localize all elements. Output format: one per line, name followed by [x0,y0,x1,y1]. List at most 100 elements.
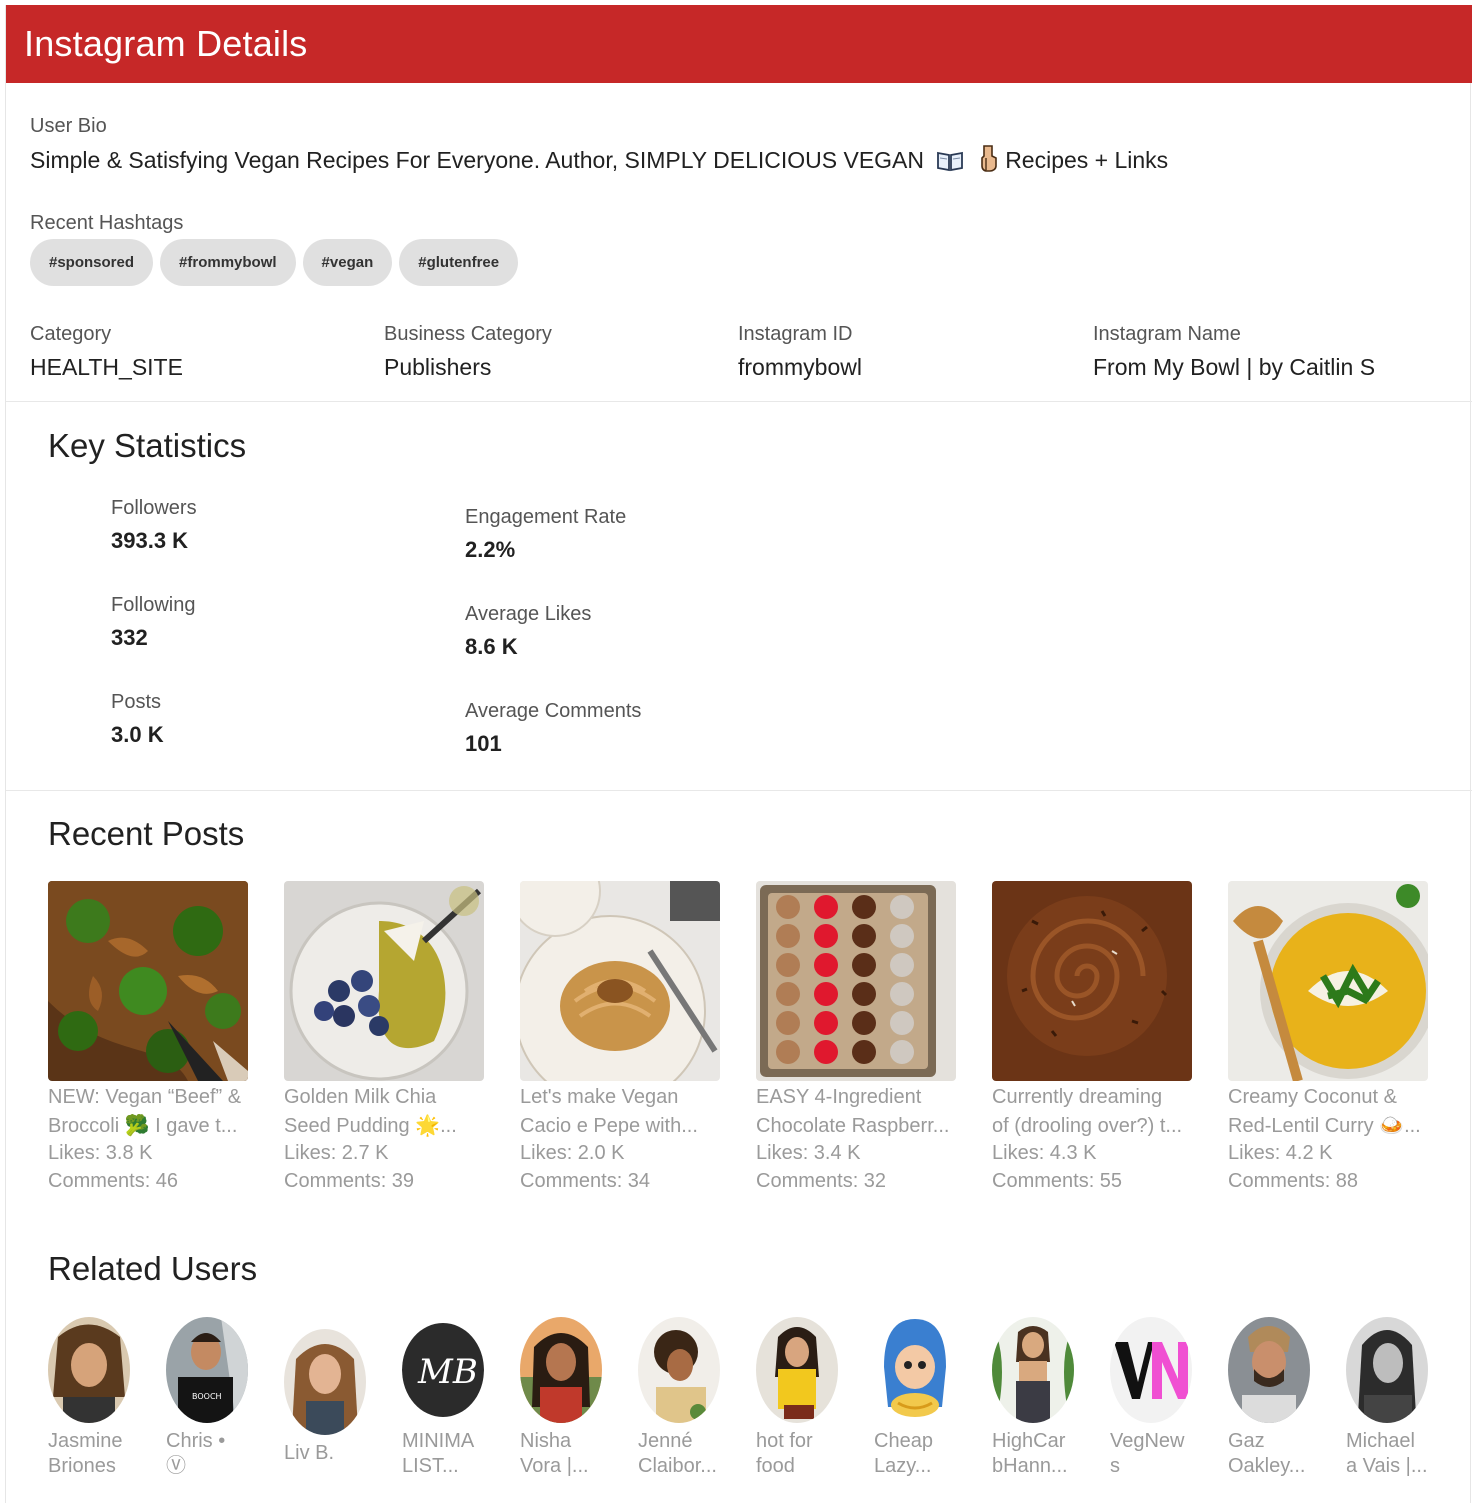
stat-followers: Followers 393.3 K [111,497,431,554]
post-card[interactable]: Creamy Coconut & Red-Lentil Curry 🍛... L… [1228,881,1428,1195]
post-caption-line: NEW: Vegan “Beef” & [48,1086,242,1108]
user-name: Jasmine Briones [48,1430,123,1477]
recent-posts-title: Recent Posts [48,815,245,852]
post-caption-line: Red-Lentil Curry 🍛... [1228,1115,1421,1137]
related-user[interactable]: Michael a Vais |... [1346,1317,1456,1479]
post-caption-line: Let's make Vegan [520,1086,679,1108]
avatar[interactable] [756,1317,838,1423]
user-name: HighCar bHann... [992,1430,1068,1477]
avatar[interactable] [992,1317,1074,1423]
bio-text-main: Simple & Satisfying Vegan Recipes For Ev… [30,147,925,173]
post-card[interactable]: NEW: Vegan “Beef” & Broccoli 🥦 I gave t.… [48,881,248,1195]
avatar[interactable] [1346,1317,1428,1423]
post-caption-line: Creamy Coconut & [1228,1086,1397,1108]
hashtag-chip[interactable]: #sponsored [30,239,154,286]
detail-label: Instagram ID [738,323,853,345]
post-card[interactable]: Golden Milk Chia Seed Pudding 🌟... Likes… [284,881,484,1195]
detail-value: Publishers [384,354,492,380]
post-likes: Likes: 4.3 K [992,1142,1097,1164]
divider [6,790,1472,791]
post-caption-line: Chocolate Raspberr... [756,1115,950,1137]
post-card[interactable]: Currently dreaming of (drooling over?) t… [992,881,1192,1195]
post-likes: Likes: 3.4 K [756,1142,861,1164]
stat-label: Following [111,594,196,616]
open-book-icon [936,150,964,178]
detail-label: Category [30,323,112,345]
detail-label: Instagram Name [1093,323,1241,345]
post-likes: Likes: 3.8 K [48,1142,153,1164]
post-thumbnail[interactable] [1228,881,1428,1081]
avatar[interactable] [520,1317,602,1423]
post-caption-line: Golden Milk Chia [284,1086,437,1108]
hashtag-chips: #sponsored #frommybowl #vegan #glutenfre… [30,239,519,286]
avatar[interactable]: MB [402,1317,484,1423]
stat-label: Engagement Rate [465,506,627,528]
post-comments: Comments: 32 [756,1170,887,1192]
avatar[interactable]: BOOCH [166,1317,248,1423]
avatar[interactable] [1110,1317,1192,1423]
post-card[interactable]: Let's make Vegan Cacio e Pepe with... Li… [520,881,720,1195]
post-caption-line: Seed Pudding 🌟... [284,1115,457,1137]
divider [6,401,1472,402]
related-user[interactable]: MB MINIMA LIST... [402,1317,512,1479]
post-thumbnail[interactable] [48,881,248,1081]
related-user[interactable]: Jasmine Briones [48,1317,158,1479]
user-name: VegNew s [1110,1430,1185,1477]
bio-label: User Bio [30,115,107,137]
user-name: Nisha Vora |... [520,1430,589,1477]
stat-engagement-rate: Engagement Rate 2.2% [465,506,785,563]
related-user[interactable]: VegNew s [1110,1317,1220,1479]
stat-value: 3.0 K [111,722,164,747]
related-user[interactable]: Gaz Oakley... [1228,1317,1338,1479]
post-card[interactable]: EASY 4-Ingredient Chocolate Raspberr... … [756,881,956,1195]
key-statistics-title: Key Statistics [48,427,247,464]
post-thumbnail[interactable] [284,881,484,1081]
hashtag-chip[interactable]: #vegan [302,239,393,286]
related-user[interactable]: Jenné Claibor... [638,1317,748,1479]
avatar[interactable] [48,1317,130,1423]
user-name: Michael a Vais |... [1346,1430,1428,1477]
stat-average-comments: Average Comments 101 [465,700,785,757]
avatar[interactable] [638,1317,720,1423]
user-name: hot for food [756,1430,813,1477]
related-user[interactable]: HighCar bHann... [992,1317,1102,1479]
hashtag-chip[interactable]: #frommybowl [160,239,296,286]
avatar[interactable] [1228,1317,1310,1423]
post-thumbnail[interactable] [992,881,1192,1081]
related-user[interactable]: hot for food [756,1317,866,1479]
detail-category: Category HEALTH_SITE [30,323,370,381]
details-row: Category HEALTH_SITE Business Category P… [30,323,1450,383]
detail-instagram-id: Instagram ID frommybowl [738,323,1078,381]
post-caption-line: EASY 4-Ingredient [756,1086,922,1108]
svg-text:BOOCH: BOOCH [192,1392,222,1401]
stat-value: 2.2% [465,537,516,562]
detail-value: From My Bowl | by Caitlin S [1093,354,1376,380]
post-likes: Likes: 4.2 K [1228,1142,1333,1164]
post-thumbnail[interactable] [520,881,720,1081]
stat-value: 332 [111,625,148,650]
post-thumbnail[interactable] [756,881,956,1081]
post-comments: Comments: 88 [1228,1170,1359,1192]
pointing-down-icon [977,144,999,178]
related-user[interactable]: Cheap Lazy... [874,1317,984,1479]
recent-posts-list: NEW: Vegan “Beef” & Broccoli 🥦 I gave t.… [48,881,1448,1201]
related-user[interactable]: Liv B. [284,1317,394,1466]
post-caption-line: Cacio e Pepe with... [520,1115,698,1137]
stat-average-likes: Average Likes 8.6 K [465,603,785,660]
stat-label: Followers [111,497,197,519]
post-comments: Comments: 34 [520,1170,651,1192]
post-comments: Comments: 39 [284,1170,415,1192]
bio-text: Simple & Satisfying Vegan Recipes For Ev… [30,144,1168,178]
post-comments: Comments: 46 [48,1170,179,1192]
hashtag-chip[interactable]: #glutenfree [399,239,519,286]
stat-value: 101 [465,731,502,756]
post-caption-line: of (drooling over?) t... [992,1115,1183,1137]
header-bar: Instagram Details [6,5,1472,83]
detail-value: frommybowl [738,354,862,380]
related-user[interactable]: Nisha Vora |... [520,1317,630,1479]
avatar[interactable] [874,1317,956,1423]
related-user[interactable]: BOOCH Chris • Ⓥ [166,1317,276,1479]
avatar[interactable] [284,1329,366,1435]
detail-business-category: Business Category Publishers [384,323,724,381]
instagram-details-card: Instagram Details User Bio Simple & Sati… [5,5,1472,1503]
